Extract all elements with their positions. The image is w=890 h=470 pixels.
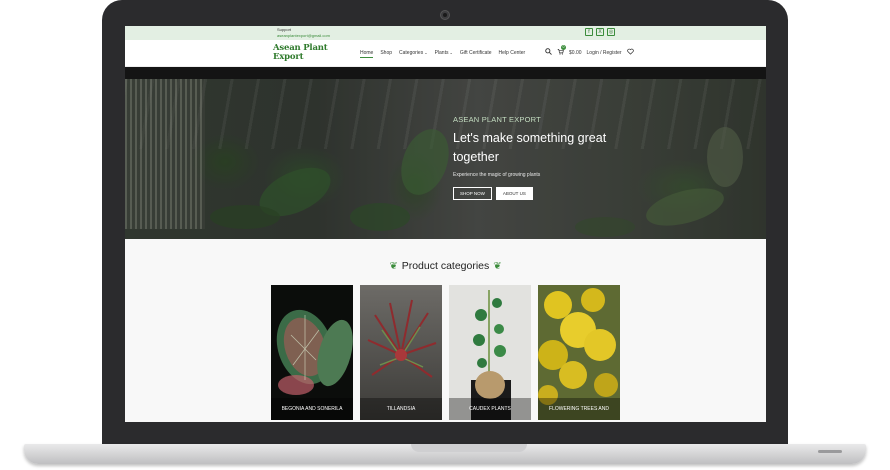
menu-label: Help Center bbox=[498, 50, 526, 56]
webcam bbox=[440, 10, 450, 20]
category-label: CAUDEX PLANTS bbox=[449, 398, 531, 420]
hero-buttons: SHOP NOW ABOUT US bbox=[453, 187, 628, 200]
hero-subtitle: Experience the magic of growing plants bbox=[453, 172, 541, 178]
cart-icon[interactable]: 0 bbox=[557, 45, 566, 57]
hero-content: ASEAN PLANT EXPORT Let's make something … bbox=[453, 115, 628, 200]
category-card-caudex[interactable]: CAUDEX PLANTS bbox=[449, 285, 531, 420]
chevron-down-icon: ⌄ bbox=[449, 50, 453, 55]
shop-now-button[interactable]: SHOP NOW bbox=[453, 187, 492, 200]
menu-label: Shop bbox=[380, 50, 393, 56]
product-categories-section: ❦ Product categories ❦ BEGONIA AND SONERIL… bbox=[125, 239, 766, 422]
menu-item-gift-certificate[interactable]: Gift Certificate bbox=[460, 50, 492, 58]
menu-item-categories[interactable]: Categories⌄ bbox=[399, 50, 428, 58]
about-us-button[interactable]: ABOUT US bbox=[495, 187, 533, 200]
facebook-icon[interactable]: f bbox=[585, 28, 593, 36]
x-twitter-icon[interactable]: X bbox=[596, 28, 604, 36]
laptop-base-indicator bbox=[818, 450, 842, 453]
menu-item-home[interactable]: Home bbox=[360, 50, 374, 58]
support-email-link[interactable]: aseanplantexport@gmail.com bbox=[277, 33, 330, 38]
category-label: TILLANDSIA bbox=[360, 398, 442, 420]
instagram-icon[interactable]: ◎ bbox=[607, 28, 615, 36]
search-icon[interactable] bbox=[545, 48, 552, 57]
category-cards: BEGONIA AND SONERILA TILLANDSIA CAUDEX P… bbox=[271, 285, 620, 420]
top-bar: Support aseanplantexport@gmail.com f X ◎ bbox=[125, 26, 766, 40]
menu-item-shop[interactable]: Shop bbox=[380, 50, 392, 58]
main-menu: Home Shop Categories⌄ Plants⌄ Gift Certi… bbox=[360, 50, 525, 58]
category-card-begonia[interactable]: BEGONIA AND SONERILA bbox=[271, 285, 353, 420]
leaf-icon: ❦ bbox=[493, 261, 502, 272]
nav-actions: 0 $0.00 Login / Register bbox=[545, 45, 634, 57]
categories-title: Product categories bbox=[401, 260, 490, 272]
logo-line-2: Export bbox=[273, 51, 304, 62]
support-block: Support aseanplantexport@gmail.com bbox=[277, 27, 330, 38]
login-register-link[interactable]: Login / Register bbox=[587, 50, 622, 56]
hero-overlay bbox=[125, 67, 766, 239]
cart-count-badge: 0 bbox=[561, 45, 566, 50]
main-navbar: Asean Plant Export Home Shop Categories⌄… bbox=[125, 40, 766, 67]
laptop-base-notch bbox=[411, 444, 527, 452]
cart-total[interactable]: $0.00 bbox=[569, 50, 582, 56]
hero-banner: ASEAN PLANT EXPORT Let's make something … bbox=[125, 67, 766, 239]
wishlist-heart-icon[interactable] bbox=[626, 48, 634, 57]
hero-kicker: ASEAN PLANT EXPORT bbox=[453, 115, 541, 124]
social-links: f X ◎ bbox=[585, 28, 615, 36]
menu-label: Plants bbox=[434, 50, 449, 56]
menu-label: Categories bbox=[399, 50, 424, 56]
hero-title: Let's make something great together bbox=[453, 131, 607, 164]
laptop-base bbox=[24, 444, 866, 464]
browser-screen: Support aseanplantexport@gmail.com f X ◎… bbox=[125, 26, 766, 422]
section-heading: ❦ Product categories ❦ bbox=[125, 260, 766, 272]
menu-label: Home bbox=[360, 50, 374, 56]
menu-item-help-center[interactable]: Help Center bbox=[499, 50, 526, 58]
menu-label: Gift Certificate bbox=[459, 50, 492, 56]
leaf-icon: ❦ bbox=[389, 261, 398, 272]
category-label: BEGONIA AND SONERILA bbox=[271, 398, 353, 420]
category-label: FLOWERING TREES AND SHRUBS bbox=[538, 398, 620, 420]
category-card-flowering[interactable]: FLOWERING TREES AND SHRUBS bbox=[538, 285, 620, 420]
category-card-tillandsia[interactable]: TILLANDSIA bbox=[360, 285, 442, 420]
support-label: Support bbox=[277, 27, 292, 32]
site-logo[interactable]: Asean Plant Export bbox=[273, 44, 328, 62]
chevron-down-icon: ⌄ bbox=[424, 50, 428, 55]
menu-item-plants[interactable]: Plants⌄ bbox=[435, 50, 453, 58]
